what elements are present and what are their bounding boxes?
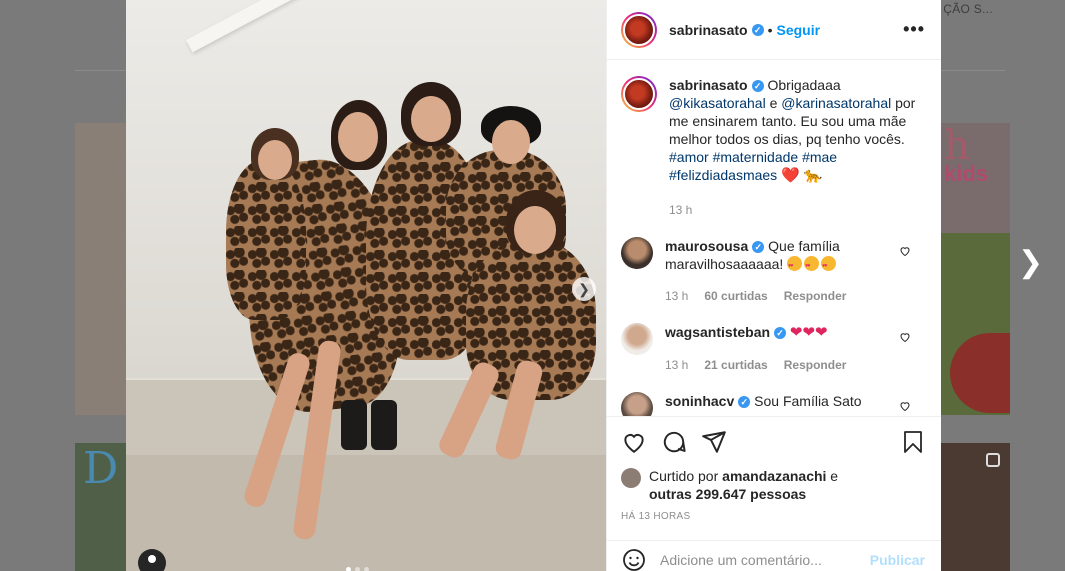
publish-button[interactable]: Publicar [870,552,925,568]
likes-count[interactable]: outras 299.647 pessoas [649,486,806,502]
comment: maurosousa ✓ Que família maravilhosaaaaaa… [621,237,925,305]
emoji-smiley-icon[interactable] [622,548,646,571]
comment-username[interactable]: maurosousa [665,238,748,254]
save-bookmark-icon[interactable] [901,429,925,455]
photo-person [258,140,292,180]
caption-body: sabrinasato ✓ Obrigadaaa @kikasatorahal e… [669,76,925,219]
share-send-icon[interactable] [701,429,727,455]
comment-body: soninhacv ✓ Sou Família Sato [665,392,925,416]
separator: • [767,21,773,38]
author-avatar[interactable] [621,76,657,112]
likes-summary: Curtido por amandazanachi e outras 299.6… [621,467,925,503]
author-avatar[interactable] [621,11,657,48]
commenter-avatar[interactable] [621,392,653,416]
add-comment-bar: Publicar [606,540,941,571]
comments-list[interactable]: sabrinasato ✓ Obrigadaaa @kikasatorahal e… [607,60,941,416]
commenter-avatar[interactable] [621,323,653,355]
tile-graphic [950,333,1010,413]
like-comment-heart-icon[interactable] [899,331,911,343]
multiple-posts-icon [986,453,1000,467]
next-post-arrow-icon[interactable]: ❯ [1018,248,1043,278]
background-post-tile[interactable] [75,123,127,415]
background-tab-text: ÇÃO S... [943,2,993,16]
photo-person [514,206,556,254]
background-post-tile[interactable]: D [75,443,127,571]
caption-text: Obrigadaaa [767,77,841,93]
heart-eyes-emoji-icon [804,256,820,275]
heart-eyes-emoji-icon [821,256,837,275]
photo-person [226,160,306,320]
reply-button[interactable]: Responder [784,358,847,372]
action-icons [621,427,925,457]
background-post-tile[interactable]: h kids [940,123,1010,415]
liker-avatar[interactable] [621,468,641,488]
post-modal: ❯ sabrinasato ✓ • Seguir ••• sabrinasato… [126,0,941,571]
comment-meta: 13 h 21 curtidas Responder [665,356,895,374]
likes-prefix: Curtido por [649,468,723,484]
mention-link[interactable]: @kikasatorahal [669,95,766,111]
likes-text: Curtido por amandazanachi e outras 299.6… [649,467,838,503]
caption-time[interactable]: 13 h [669,201,925,219]
post-photo[interactable]: ❯ [126,0,606,571]
photo-stair [126,455,606,571]
verified-icon: ✓ [774,327,787,340]
comment-text: Sou Família Sato [754,393,862,409]
more-options-icon[interactable]: ••• [903,19,925,40]
mention-link[interactable]: @karinasatorahal [781,95,891,111]
comment: soninhacv ✓ Sou Família Sato [621,392,925,416]
author-username[interactable]: sabrinasato [669,22,748,38]
tile-graphic: D [83,443,119,494]
likes-mid: e [826,468,839,484]
tile-graphic: kids [944,161,989,186]
liker-username[interactable]: amandazanachi [722,468,826,484]
commenter-avatar[interactable] [621,237,653,269]
like-comment-heart-icon[interactable] [899,400,911,412]
verified-icon: ✓ [751,23,764,36]
comment-likes[interactable]: 21 curtidas [704,358,767,372]
photo-person [371,400,397,450]
heart-eyes-emoji-icon [787,256,803,275]
comment-body: wagsantisteban ✓ ❤❤❤ 13 h 21 curtidas Respo… [665,323,925,374]
caption-username[interactable]: sabrinasato [669,77,748,93]
photo-person [341,400,367,450]
comment-body: maurosousa ✓ Que família maravilhosaaaaaa… [665,237,925,305]
verified-icon: ✓ [752,241,765,254]
verified-icon: ✓ [751,80,764,93]
comment-username[interactable]: soninhacv [665,393,734,409]
comment-bubble-icon[interactable] [661,429,687,455]
comment: wagsantisteban ✓ ❤❤❤ 13 h 21 curtidas Respo… [621,323,925,374]
like-heart-icon[interactable] [621,429,647,455]
tagged-users-icon[interactable] [138,549,166,571]
post-caption: sabrinasato ✓ Obrigadaaa @kikasatorahal e… [621,76,925,219]
like-comment-heart-icon[interactable] [899,245,911,257]
caption-text: e [765,95,782,111]
comment-text: ❤❤❤ [789,324,828,341]
carousel-indicator [346,567,369,571]
comment-username[interactable]: wagsantisteban [665,324,770,340]
photo-person [338,112,378,162]
comment-likes[interactable]: 60 curtidas [704,289,767,303]
background-post-tile[interactable] [940,443,1010,571]
comment-time[interactable]: 13 h [665,289,688,303]
photo-next-arrow-icon[interactable]: ❯ [572,277,596,301]
post-sidebar: sabrinasato ✓ • Seguir ••• sabrinasato ✓ … [606,0,941,571]
post-header: sabrinasato ✓ • Seguir ••• [607,0,941,60]
comment-meta: 13 h 60 curtidas Responder [665,287,895,305]
photo-person [411,96,451,142]
caption-emoji: ❤️ 🐆 [781,167,823,184]
reply-button[interactable]: Responder [784,289,847,303]
follow-button[interactable]: Seguir [777,22,821,38]
photo-person [492,120,530,164]
comment-time[interactable]: 13 h [665,358,688,372]
verified-icon: ✓ [738,396,751,409]
comment-input[interactable] [660,552,870,568]
post-timestamp[interactable]: HÁ 13 HORAS [621,511,925,522]
